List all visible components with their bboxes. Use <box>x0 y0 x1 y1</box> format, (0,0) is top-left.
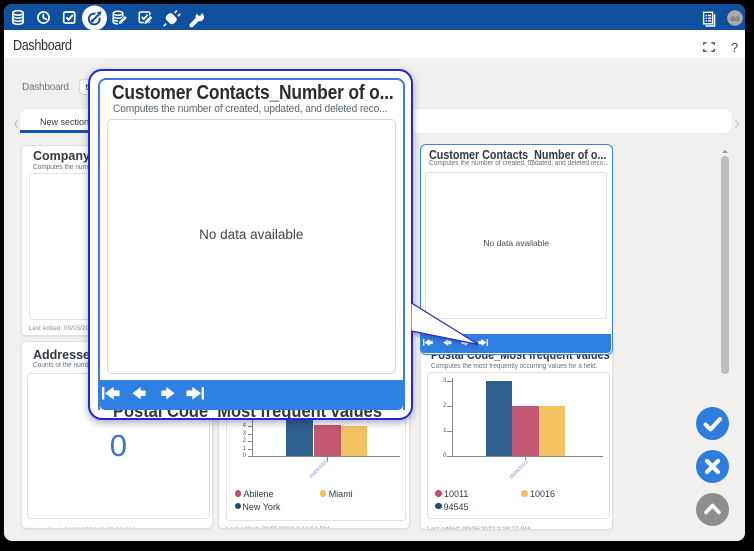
svg-text:aa: aa <box>730 13 740 23</box>
